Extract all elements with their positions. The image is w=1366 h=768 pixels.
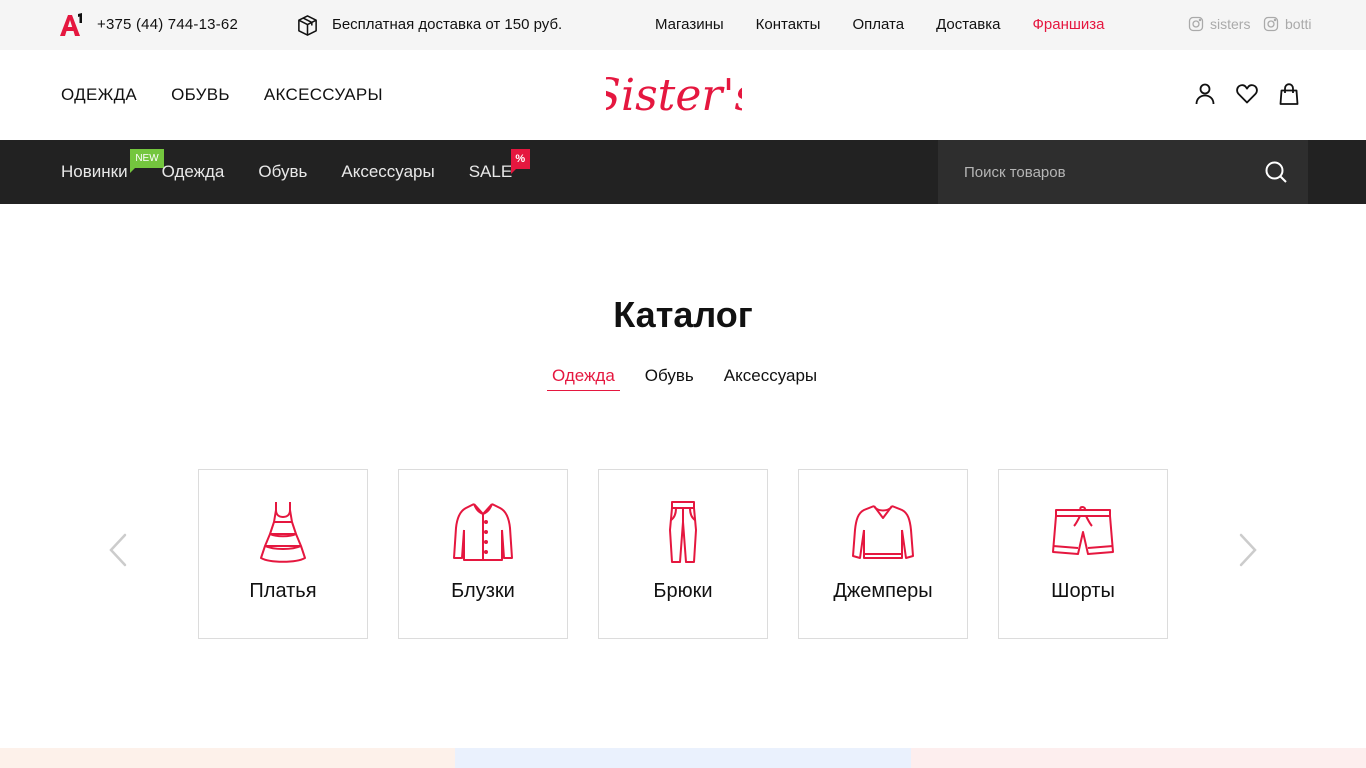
bag-icon[interactable]: [1277, 82, 1301, 106]
top-links: Магазины Контакты Оплата Доставка Франши…: [655, 16, 1137, 33]
promo-banner-strip: [0, 748, 455, 768]
category-card-label: Блузки: [451, 580, 515, 602]
category-card-label: Брюки: [653, 580, 713, 602]
main-header: ОДЕЖДА ОБУВЬ АКСЕССУАРЫ Sister's: [0, 50, 1366, 140]
category-card-blouses[interactable]: Блузки: [398, 469, 568, 639]
category-card-jumpers[interactable]: Джемперы: [798, 469, 968, 639]
promo-banner-strip: [455, 748, 911, 768]
social-link-botti[interactable]: botti: [1263, 16, 1311, 32]
category-card-label: Джемперы: [833, 580, 933, 602]
brand-logo[interactable]: Sister's: [606, 68, 742, 120]
tab-accessories[interactable]: Аксессуары: [719, 366, 822, 391]
catalog-title: Каталог: [613, 294, 753, 335]
category-card-trousers[interactable]: Брюки: [598, 469, 768, 639]
dress-icon: [260, 502, 306, 563]
nav-item-clothing[interactable]: Одежда: [162, 162, 225, 182]
header-actions: [1193, 82, 1301, 106]
instagram-icon: [1188, 16, 1204, 32]
search-icon[interactable]: [1264, 160, 1288, 184]
top-bar: +375 (44) 744-13-62 Бесплатная доставка …: [0, 0, 1366, 50]
nav-item-accessories[interactable]: Аксессуары: [341, 162, 434, 182]
category-card-dresses[interactable]: Платья: [198, 469, 368, 639]
category-card-shorts[interactable]: Шорты: [998, 469, 1168, 639]
jumper-icon: [852, 505, 914, 559]
instagram-icon: [1263, 16, 1279, 32]
link-stores[interactable]: Магазины: [655, 16, 724, 33]
link-payment[interactable]: Оплата: [852, 16, 904, 33]
tab-clothing[interactable]: Одежда: [547, 366, 620, 391]
heart-icon[interactable]: [1235, 82, 1259, 106]
header-categories: ОДЕЖДА ОБУВЬ АКСЕССУАРЫ: [61, 85, 417, 105]
promo-banner-strip: [911, 748, 1366, 768]
shorts-icon: [1052, 506, 1114, 555]
search-input[interactable]: [938, 140, 1258, 204]
a1-operator-icon: [60, 13, 82, 36]
header-category-shoes[interactable]: ОБУВЬ: [171, 85, 230, 105]
category-card-label: Шорты: [1051, 580, 1115, 602]
free-delivery-notice: Бесплатная доставка от 150 руб.: [332, 16, 563, 33]
delivery-box-icon: [298, 15, 317, 36]
main-navigation: Новинки NEW Одежда Обувь Аксессуары SALE…: [0, 140, 1366, 204]
category-card-label: Платья: [249, 580, 317, 602]
nav-item-sale[interactable]: SALE %: [468, 149, 530, 182]
chevron-left-icon[interactable]: [108, 532, 128, 568]
nav-item-shoes[interactable]: Обувь: [258, 162, 307, 182]
social-link-sisters[interactable]: sisters: [1188, 16, 1250, 32]
link-franchise[interactable]: Франшиза: [1032, 16, 1104, 33]
search-box: [938, 140, 1308, 204]
header-category-clothing[interactable]: ОДЕЖДА: [61, 85, 137, 105]
social-label: botti: [1285, 16, 1312, 32]
phone-number[interactable]: +375 (44) 744-13-62: [97, 16, 238, 33]
user-icon[interactable]: [1193, 82, 1217, 106]
link-contacts[interactable]: Контакты: [756, 16, 821, 33]
nav-item-new[interactable]: Новинки NEW: [61, 149, 164, 182]
tab-shoes[interactable]: Обувь: [640, 366, 699, 391]
category-cards: Платья Блузки Брюки Джемперы Шорты: [198, 469, 1168, 639]
brand-logo-text: Sister's: [606, 70, 742, 120]
header-category-accessories[interactable]: АКСЕССУАРЫ: [264, 85, 383, 105]
sale-badge: %: [510, 149, 530, 174]
chevron-right-icon[interactable]: [1238, 532, 1258, 568]
nav-item-label: SALE: [468, 162, 513, 181]
catalog-tabs: Одежда Обувь Аксессуары: [547, 366, 842, 391]
trousers-icon: [669, 501, 697, 563]
nav-items: Новинки NEW Одежда Обувь Аксессуары SALE…: [61, 149, 546, 182]
blouse-icon: [453, 503, 513, 561]
social-label: sisters: [1210, 16, 1251, 32]
nav-item-label: Новинки: [61, 162, 128, 181]
new-badge: NEW: [130, 149, 164, 173]
link-delivery[interactable]: Доставка: [936, 16, 1000, 33]
